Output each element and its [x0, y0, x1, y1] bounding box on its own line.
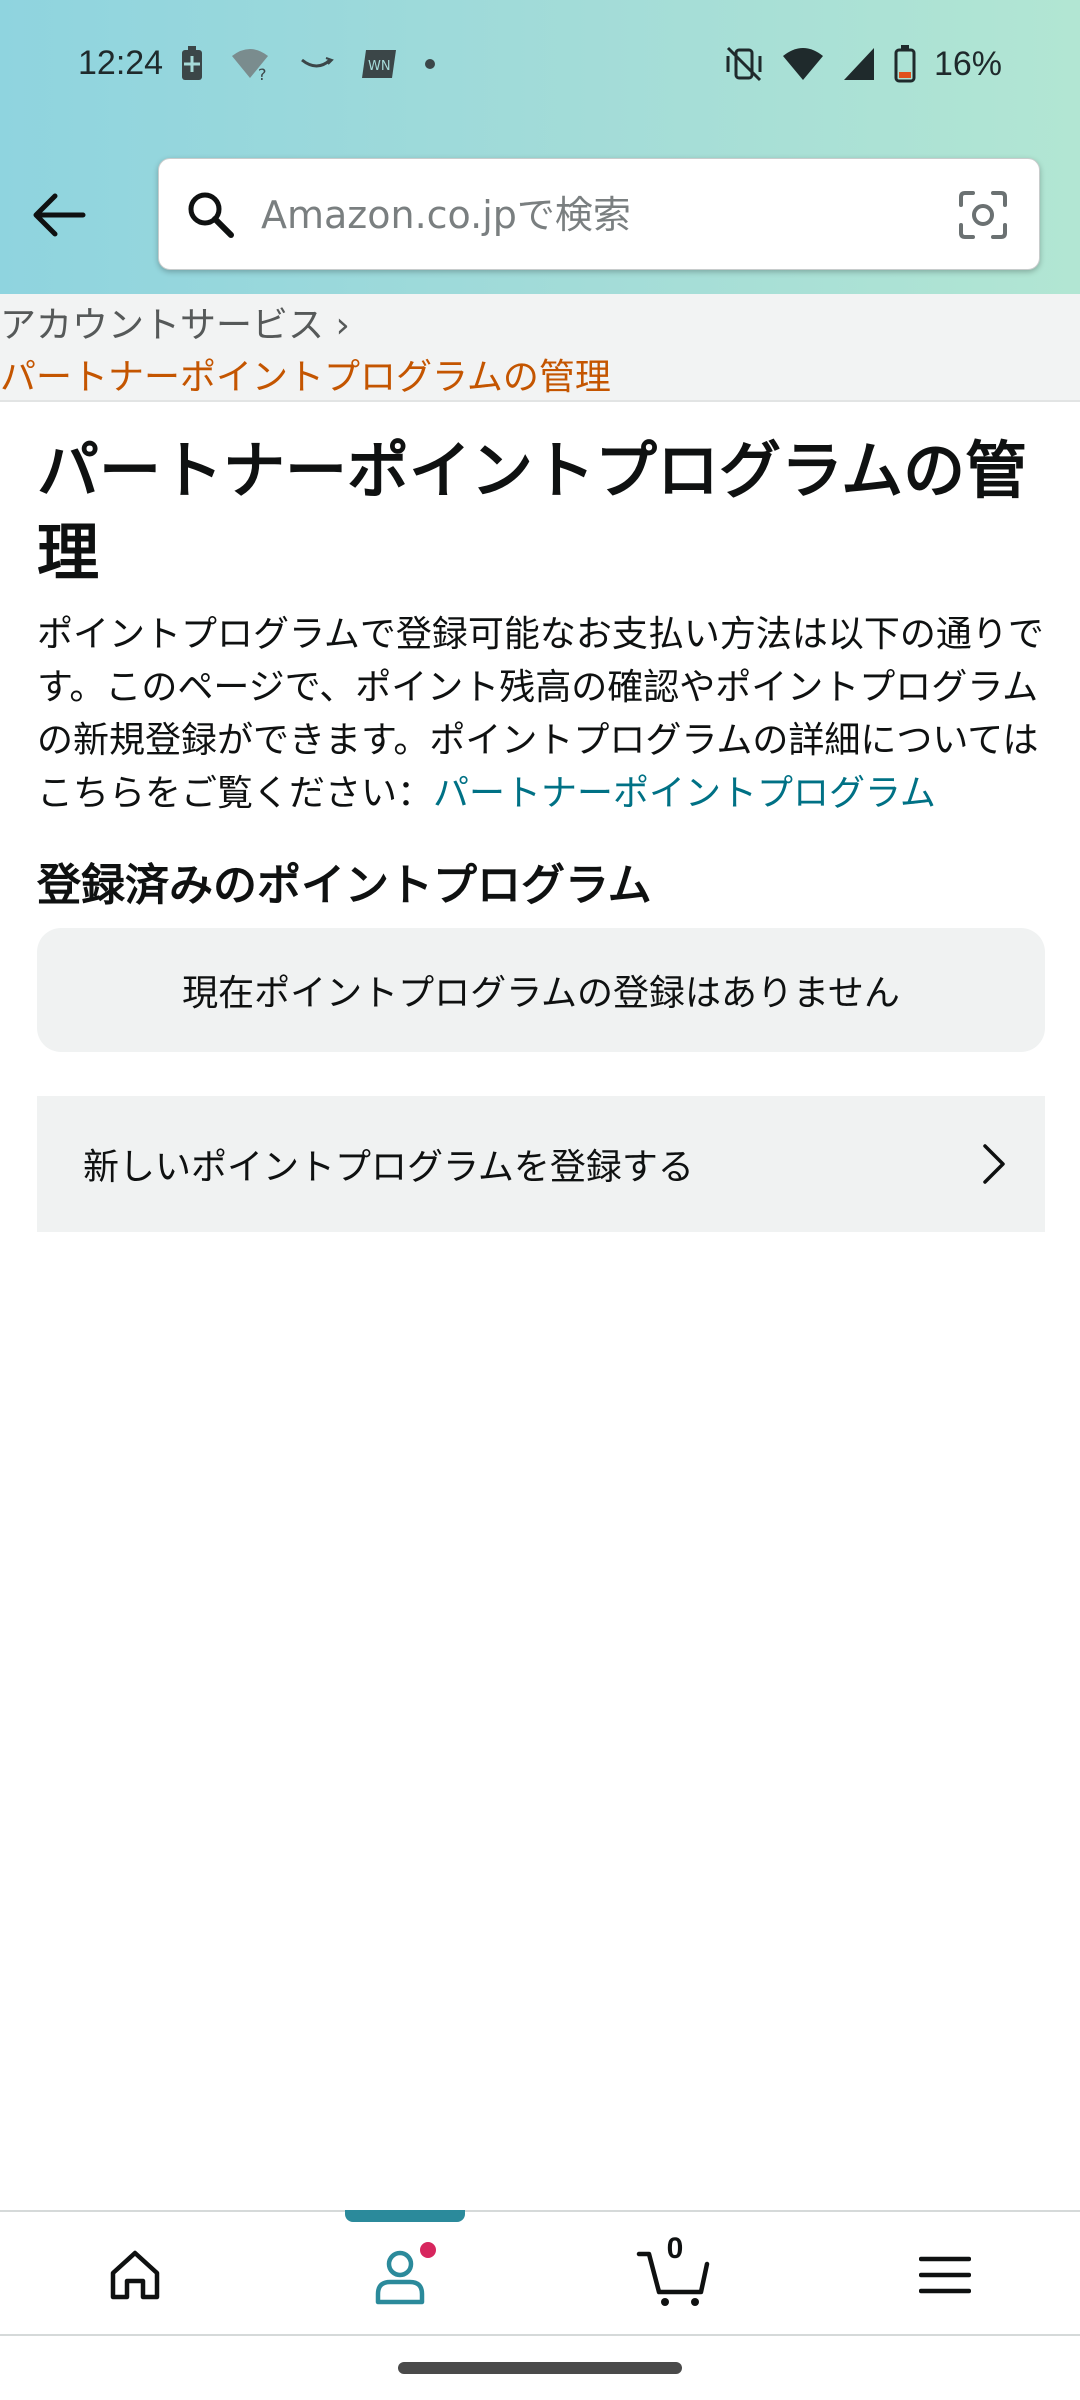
chevron-right-icon — [983, 1144, 1005, 1184]
register-new-program-button[interactable]: 新しいポイントプログラムを登録する — [37, 1096, 1045, 1232]
home-gesture-bar[interactable] — [398, 2362, 682, 2374]
bottom-navigation: 0 — [0, 2210, 1080, 2336]
nav-menu[interactable] — [810, 2212, 1080, 2338]
search-bar[interactable] — [158, 158, 1040, 270]
breadcrumb-parent-link[interactable]: アカウントサービス › — [0, 296, 350, 348]
status-time: 12:24 — [78, 44, 164, 82]
nav-account[interactable] — [270, 2210, 540, 2338]
status-bar: 12:24 ? WN 16% — [0, 0, 1080, 140]
app-notification-icon: WN — [362, 50, 396, 78]
battery-saver-icon — [182, 46, 202, 80]
app-header: 12:24 ? WN 16% Amazon.co.jpで検索 — [0, 0, 1080, 294]
empty-programs-text: 現在ポイントプログラムの登録はありません — [182, 973, 900, 1014]
search-input[interactable] — [259, 177, 899, 253]
camera-search-icon[interactable] — [957, 189, 1009, 241]
registered-programs-heading: 登録済みのポイントプログラム — [37, 860, 652, 911]
home-icon — [110, 2250, 160, 2300]
page-description: ポイントプログラムで登録可能なお支払い方法は以下の通りです。このページで、ポイン… — [37, 608, 1045, 820]
nav-home[interactable] — [0, 2212, 270, 2338]
register-new-program-label: 新しいポイントプログラムを登録する — [83, 1147, 694, 1188]
active-tab-indicator — [345, 2210, 465, 2222]
battery-icon — [894, 45, 916, 83]
breadcrumb-current: パートナーポイントプログラムの管理 — [0, 357, 611, 398]
cart-count: 0 — [666, 2232, 684, 2265]
account-icon — [375, 2242, 436, 2305]
vibrate-off-icon — [726, 46, 762, 82]
nav-cart[interactable]: 0 — [540, 2212, 810, 2338]
partner-point-program-link[interactable]: パートナーポイントプログラム — [433, 773, 936, 814]
wifi-icon — [782, 48, 823, 80]
breadcrumb: アカウントサービス › パートナーポイントプログラムの管理 — [0, 294, 1080, 402]
wifi-question-icon: ? — [232, 49, 268, 82]
battery-percentage: 16% — [933, 44, 1002, 83]
notification-dot — [420, 2242, 436, 2258]
more-notifications-dot-icon — [425, 59, 435, 69]
search-icon[interactable] — [183, 187, 239, 243]
svg-text:WN: WN — [368, 59, 391, 74]
main-content: パートナーポイントプログラムの管理 ポイントプログラムで登録可能なお支払い方法は… — [37, 430, 1045, 1232]
svg-text:?: ? — [258, 65, 267, 82]
status-system-icons: 16% — [724, 44, 1002, 84]
amazon-smile-icon — [301, 57, 334, 68]
back-arrow-icon — [33, 193, 86, 237]
status-notification-icons: ? WN — [180, 46, 436, 82]
back-button[interactable] — [24, 180, 94, 250]
menu-icon — [919, 2256, 971, 2294]
page-title: パートナーポイントプログラムの管理 — [37, 434, 1028, 589]
empty-programs-message: 現在ポイントプログラムの登録はありません — [37, 928, 1045, 1052]
cell-signal-icon — [843, 48, 874, 80]
